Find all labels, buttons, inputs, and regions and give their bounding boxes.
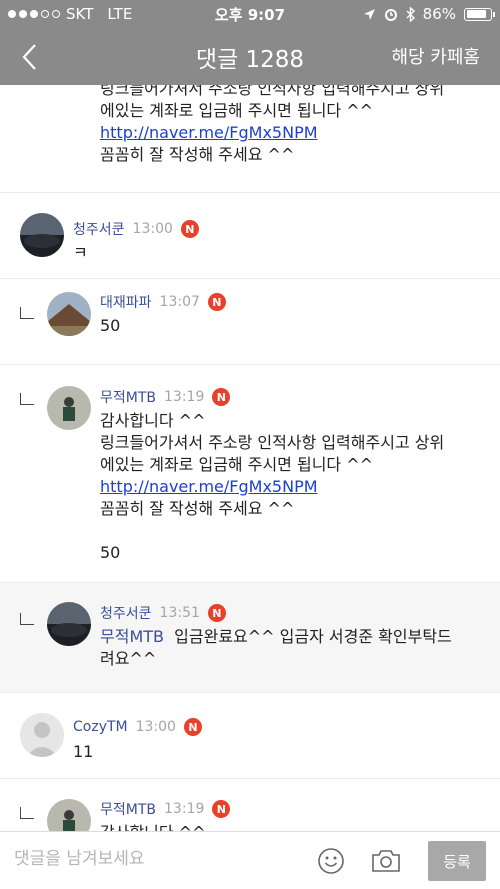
comment-meta: 무적MTB 13:19 N (100, 799, 231, 819)
comment-text: 무적MTB 입금완료요^^ 입금자 서경준 확인부탁드 려요^^ (100, 627, 452, 668)
comment-text: 감사합니다 ^^ 링크들어가셔서 주소랑 인적사항 입력해주시고 상위 에있는 … (100, 411, 445, 562)
comment-link[interactable]: http://naver.me/FgMx5NPM (100, 122, 444, 144)
comment-author[interactable]: 대재파파 (100, 292, 152, 312)
cafe-home-link[interactable]: 해당 카페홈 (391, 43, 480, 69)
battery-percent: 86% (422, 5, 456, 23)
bluetooth-icon (406, 6, 415, 22)
reply-indicator-icon (20, 807, 34, 819)
nav-bar: 댓글 1288 해당 카페홈 (0, 28, 500, 85)
avatar[interactable] (20, 713, 64, 757)
avatar[interactable] (47, 799, 91, 831)
comment-meta: 청주서쿤 13:00 N (73, 219, 199, 239)
comment-time: 13:19 (164, 389, 205, 405)
emoji-button[interactable] (317, 847, 345, 875)
mention[interactable]: 무적MTB (100, 627, 164, 646)
comment-input-bar: 등록 (0, 831, 500, 889)
comment-time: 13:19 (164, 801, 205, 817)
new-badge: N (207, 293, 226, 311)
comment-item: CozyTM 13:00 N 11 (0, 693, 500, 779)
new-badge: N (212, 800, 231, 818)
comment-time: 13:00 (132, 221, 173, 237)
new-badge: N (207, 604, 226, 622)
avatar[interactable] (47, 292, 91, 336)
comment-text: 11 (73, 742, 94, 761)
reply-indicator-icon (20, 393, 34, 405)
comment-input[interactable] (14, 849, 294, 869)
location-icon (363, 8, 375, 20)
status-bar: SKT LTE 오후 9:07 86% (0, 0, 500, 28)
avatar[interactable] (20, 213, 64, 257)
new-badge: N (180, 220, 199, 238)
comment-time: 13:00 (135, 719, 176, 735)
comment-author[interactable]: 무적MTB (100, 387, 156, 407)
comment-meta: 청주서쿤 13:51 N (100, 603, 226, 623)
carrier: SKT (66, 5, 94, 23)
comment-item: 청주서쿤 13:51 N 무적MTB 입금완료요^^ 입금자 서경준 확인부탁드… (0, 583, 500, 693)
submit-button[interactable]: 등록 (428, 841, 486, 881)
comment-item: 무적MTB 13:19 N 감사합니다 ^^ 링크들어가셔서 주소랑 인적사항 … (0, 365, 500, 583)
comment-author[interactable]: 청주서쿤 (73, 219, 125, 239)
alarm-icon (384, 9, 397, 21)
comment-text: ㅋ (73, 243, 88, 262)
comment-author[interactable]: 청주서쿤 (100, 603, 152, 623)
comment-author[interactable]: CozyTM (73, 719, 128, 735)
signal-strength-icon (8, 10, 60, 18)
comment-list[interactable]: 링크들어가셔서 주소랑 인적사항 입력해주시고 상위 에있는 계좌로 입금해 주… (0, 85, 500, 831)
new-badge: N (183, 718, 202, 736)
comment-meta: CozyTM 13:00 N (73, 718, 202, 736)
comment-item: 청주서쿤 13:00 N ㅋ (0, 193, 500, 279)
smiley-icon (318, 848, 344, 874)
comment-text: 감사합니다 ^^ (100, 822, 206, 831)
comment-item: 무적MTB 13:19 N 감사합니다 ^^ (0, 779, 500, 831)
network-type: LTE (107, 5, 133, 23)
comment-text: 링크들어가셔서 주소랑 인적사항 입력해주시고 상위 에있는 계좌로 입금해 주… (100, 85, 445, 164)
comment-author[interactable]: 무적MTB (100, 799, 156, 819)
reply-indicator-icon (20, 307, 34, 319)
comment-item: 대재파파 13:07 N 50 (0, 279, 500, 365)
avatar[interactable] (47, 386, 91, 430)
camera-icon (372, 850, 400, 872)
comment-link[interactable]: http://naver.me/FgMx5NPM (100, 476, 444, 498)
comment-item: 링크들어가셔서 주소랑 인적사항 입력해주시고 상위 에있는 계좌로 입금해 주… (0, 85, 500, 193)
new-badge: N (212, 388, 231, 406)
battery-icon (464, 7, 495, 21)
reply-indicator-icon (20, 613, 34, 625)
camera-button[interactable] (371, 848, 401, 874)
comment-time: 13:07 (159, 294, 200, 310)
comment-meta: 무적MTB 13:19 N (100, 387, 231, 407)
avatar[interactable] (47, 602, 91, 646)
comment-text: 50 (100, 316, 121, 335)
comment-time: 13:51 (159, 605, 200, 621)
comment-meta: 대재파파 13:07 N (100, 292, 226, 312)
